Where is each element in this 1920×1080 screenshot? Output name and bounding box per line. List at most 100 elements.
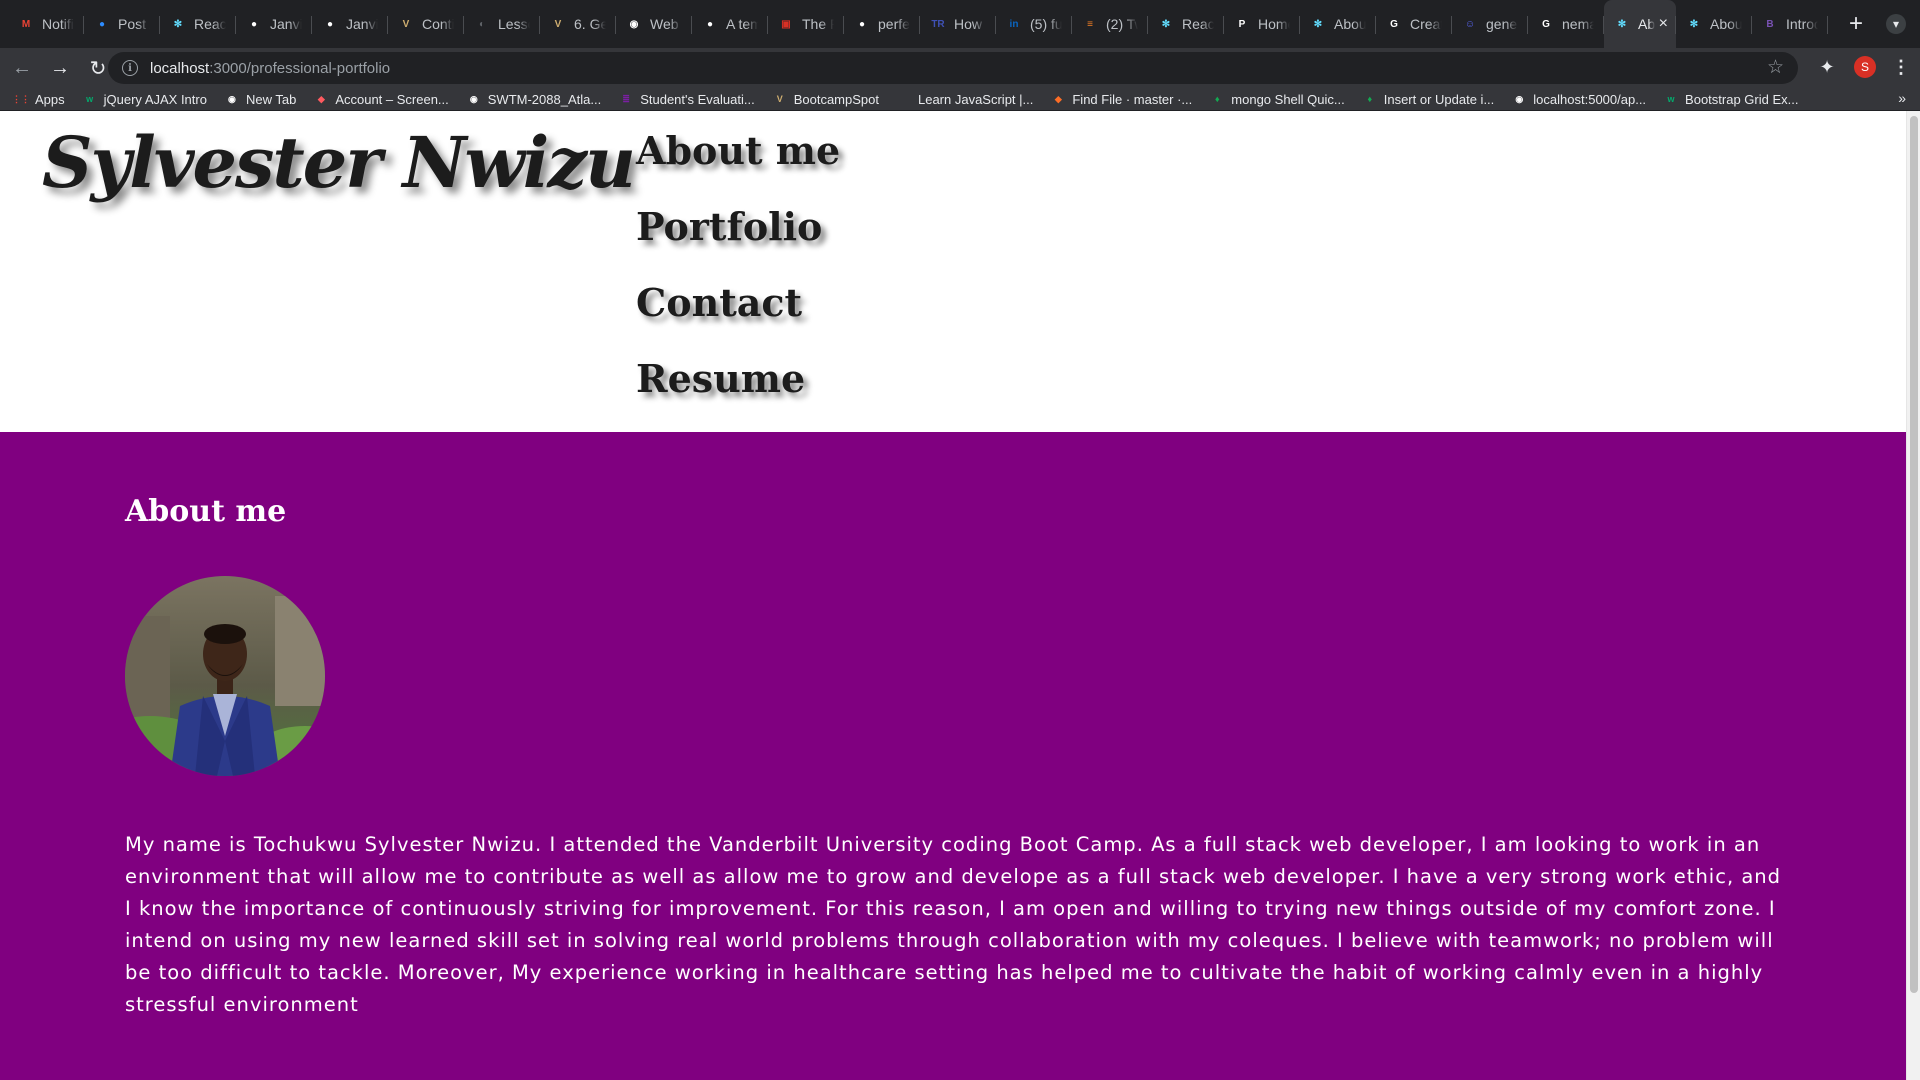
site-name: Sylvester Nwizu bbox=[42, 121, 636, 204]
site-info-icon[interactable]: i bbox=[122, 60, 138, 76]
bookmark-label: BootcampSpot bbox=[793, 91, 879, 107]
bookmark-item[interactable]: ♦ Insert or Update i... bbox=[1363, 92, 1494, 107]
tab[interactable]: ◐ Lesso bbox=[464, 0, 540, 48]
page-scrollbar[interactable] bbox=[1906, 111, 1920, 1080]
address-bar[interactable]: i localhost:3000/professional-portfolio … bbox=[108, 52, 1798, 84]
tab-title: Web D bbox=[650, 16, 682, 32]
tab[interactable]: ✻ About bbox=[1676, 0, 1752, 48]
tab[interactable]: V 6. Get bbox=[540, 0, 616, 48]
react-icon: ✻ bbox=[1161, 18, 1171, 30]
tr-icon: TR bbox=[931, 18, 945, 30]
mongodb-icon: ♦ bbox=[1367, 94, 1373, 104]
site-nav: About me Portfolio Contact Resume bbox=[636, 123, 840, 427]
bookmarks-overflow-icon[interactable]: » bbox=[1898, 90, 1906, 106]
nav-link-contact[interactable]: Contact bbox=[636, 275, 840, 351]
bookmark-label: Bootstrap Grid Ex... bbox=[1685, 91, 1799, 107]
bookmark-item[interactable]: ◉ New Tab bbox=[225, 92, 296, 107]
bookmark-label: Account – Screen... bbox=[335, 91, 449, 107]
gmail-icon: M bbox=[21, 18, 31, 30]
bookmark-label: New Tab bbox=[245, 91, 297, 107]
tab[interactable]: TR How t bbox=[920, 0, 996, 48]
bookmark-label: Student's Evaluati... bbox=[640, 91, 755, 107]
close-tab-icon[interactable]: × bbox=[1659, 15, 1668, 33]
forward-arrow-icon[interactable]: → bbox=[44, 52, 76, 84]
tab[interactable]: V Contir bbox=[388, 0, 464, 48]
tab-title: Janvie bbox=[346, 16, 378, 32]
tab-title: (2) Tw bbox=[1106, 16, 1138, 32]
back-arrow-icon[interactable]: ← bbox=[6, 52, 38, 84]
tab[interactable]: ☺ gener bbox=[1452, 0, 1528, 48]
bookmark-item[interactable]: ◆ Account – Screen... bbox=[314, 91, 449, 107]
bookmark-item[interactable]: w Bootstrap Grid Ex... bbox=[1664, 91, 1799, 107]
globe-icon: ◉ bbox=[629, 18, 639, 30]
bookmark-item[interactable]: ⋮⋮ Apps bbox=[12, 91, 65, 107]
bookmark-star-icon[interactable]: ☆ bbox=[1767, 56, 1784, 79]
new-tab-button[interactable]: + bbox=[1842, 10, 1870, 38]
globe-icon: ◐ bbox=[478, 18, 486, 30]
book-icon: ▣ bbox=[781, 18, 791, 30]
scrollbar-thumb[interactable] bbox=[1910, 116, 1918, 993]
bookmark-item[interactable]: w jQuery AJAX Intro bbox=[83, 92, 207, 107]
tab-title: Ab bbox=[1638, 16, 1656, 32]
bookmark-item[interactable]: ♦ mongo Shell Quic... bbox=[1210, 92, 1345, 107]
bookmark-item[interactable]: V BootcampSpot bbox=[773, 92, 879, 107]
nav-link-portfolio[interactable]: Portfolio bbox=[636, 199, 840, 275]
bookmark-item[interactable]: ◆ Find File · master ·... bbox=[1051, 92, 1192, 107]
tab[interactable]: ✻ About bbox=[1300, 0, 1376, 48]
tab-title: 6. Get bbox=[574, 16, 606, 32]
tab[interactable]: ● Janvie bbox=[236, 0, 312, 48]
about-section: About me My name is Tochukwu Sylvester N… bbox=[0, 432, 1906, 1080]
react-app-icon: ✻ bbox=[1617, 18, 1627, 30]
tab-title: Notific bbox=[42, 16, 74, 32]
tab[interactable]: M Notific bbox=[8, 0, 84, 48]
bookmark-item[interactable]: ◉ localhost:5000/ap... bbox=[1512, 92, 1646, 107]
tab-title: The P bbox=[802, 16, 834, 32]
tab-title: gener bbox=[1486, 16, 1518, 32]
globe-icon: ◉ bbox=[1515, 93, 1524, 104]
globe-icon: ◉ bbox=[469, 93, 478, 104]
linkedin-icon: in bbox=[1009, 18, 1019, 30]
tab[interactable]: ● Janvie bbox=[312, 0, 388, 48]
js-icon bbox=[897, 92, 911, 106]
nav-link-about[interactable]: About me bbox=[636, 123, 840, 199]
tab-title: Contir bbox=[422, 16, 454, 32]
profile-avatar[interactable]: S bbox=[1854, 56, 1876, 78]
tab-active[interactable]: ✻ Ab × bbox=[1604, 0, 1676, 48]
bookmarks-bar: ⋮⋮ Apps w jQuery AJAX Intro ◉ New Tab ◆ Account… bbox=[0, 88, 1920, 111]
bookmark-label: SWTM-2088_Atla... bbox=[487, 91, 602, 107]
zoom-icon: ● bbox=[98, 18, 106, 30]
tab[interactable]: Gnema bbox=[1528, 0, 1604, 48]
tab[interactable]: ▣ The P bbox=[768, 0, 844, 48]
bookmark-label: Apps bbox=[35, 91, 65, 107]
tab[interactable]: in (5) ful bbox=[996, 0, 1072, 48]
tab-title: Janvie bbox=[270, 16, 302, 32]
github-icon: ● bbox=[250, 18, 258, 30]
bookmark-item[interactable]: ◉ SWTM-2088_Atla... bbox=[467, 92, 601, 107]
tab[interactable]: ● Post A bbox=[84, 0, 160, 48]
site-header: Sylvester Nwizu About me Portfolio Conta… bbox=[0, 111, 1906, 432]
tab-search-chevron-icon[interactable]: ▾ bbox=[1886, 14, 1906, 34]
tab[interactable]: ◉ Web D bbox=[616, 0, 692, 48]
about-title: About me bbox=[125, 494, 287, 529]
bookmark-item[interactable]: ≣ Student's Evaluati... bbox=[619, 91, 755, 107]
tab[interactable]: ● A tem bbox=[692, 0, 768, 48]
url-text[interactable]: localhost:3000/professional-portfolio bbox=[150, 60, 390, 77]
bootstrap-icon: B bbox=[1766, 18, 1774, 30]
vanderbilt-icon: V bbox=[554, 18, 562, 30]
extensions-puzzle-icon[interactable]: ✦ bbox=[1816, 57, 1838, 78]
tab[interactable]: B Introd bbox=[1752, 0, 1828, 48]
tab-title: React bbox=[1182, 16, 1214, 32]
bookmark-item[interactable]: Learn JavaScript |... bbox=[897, 92, 1033, 107]
tab[interactable]: P Home bbox=[1224, 0, 1300, 48]
tab[interactable]: ✻ React bbox=[1148, 0, 1224, 48]
apps-grid-icon: ⋮⋮ bbox=[12, 93, 30, 104]
tab[interactable]: G Create bbox=[1376, 0, 1452, 48]
tab-title: Introd bbox=[1786, 16, 1818, 32]
tab[interactable]: ● perfec bbox=[844, 0, 920, 48]
nav-link-resume[interactable]: Resume bbox=[636, 351, 840, 427]
browser-tab-strip: M Notific ● Post A ✻ React ● Janvie ● Janvie V Cont… bbox=[0, 0, 1920, 48]
w3-icon: w bbox=[86, 94, 94, 104]
tab[interactable]: ≡ (2) Tw bbox=[1072, 0, 1148, 48]
browser-menu-icon[interactable]: ⋮ bbox=[1892, 57, 1910, 78]
tab[interactable]: ✻ React bbox=[160, 0, 236, 48]
